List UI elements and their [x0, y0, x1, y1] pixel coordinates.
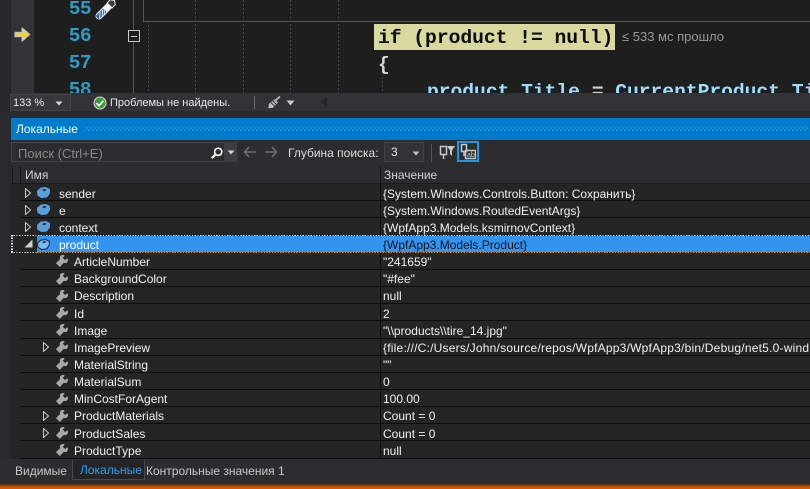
svg-text:ab: ab	[467, 152, 475, 159]
